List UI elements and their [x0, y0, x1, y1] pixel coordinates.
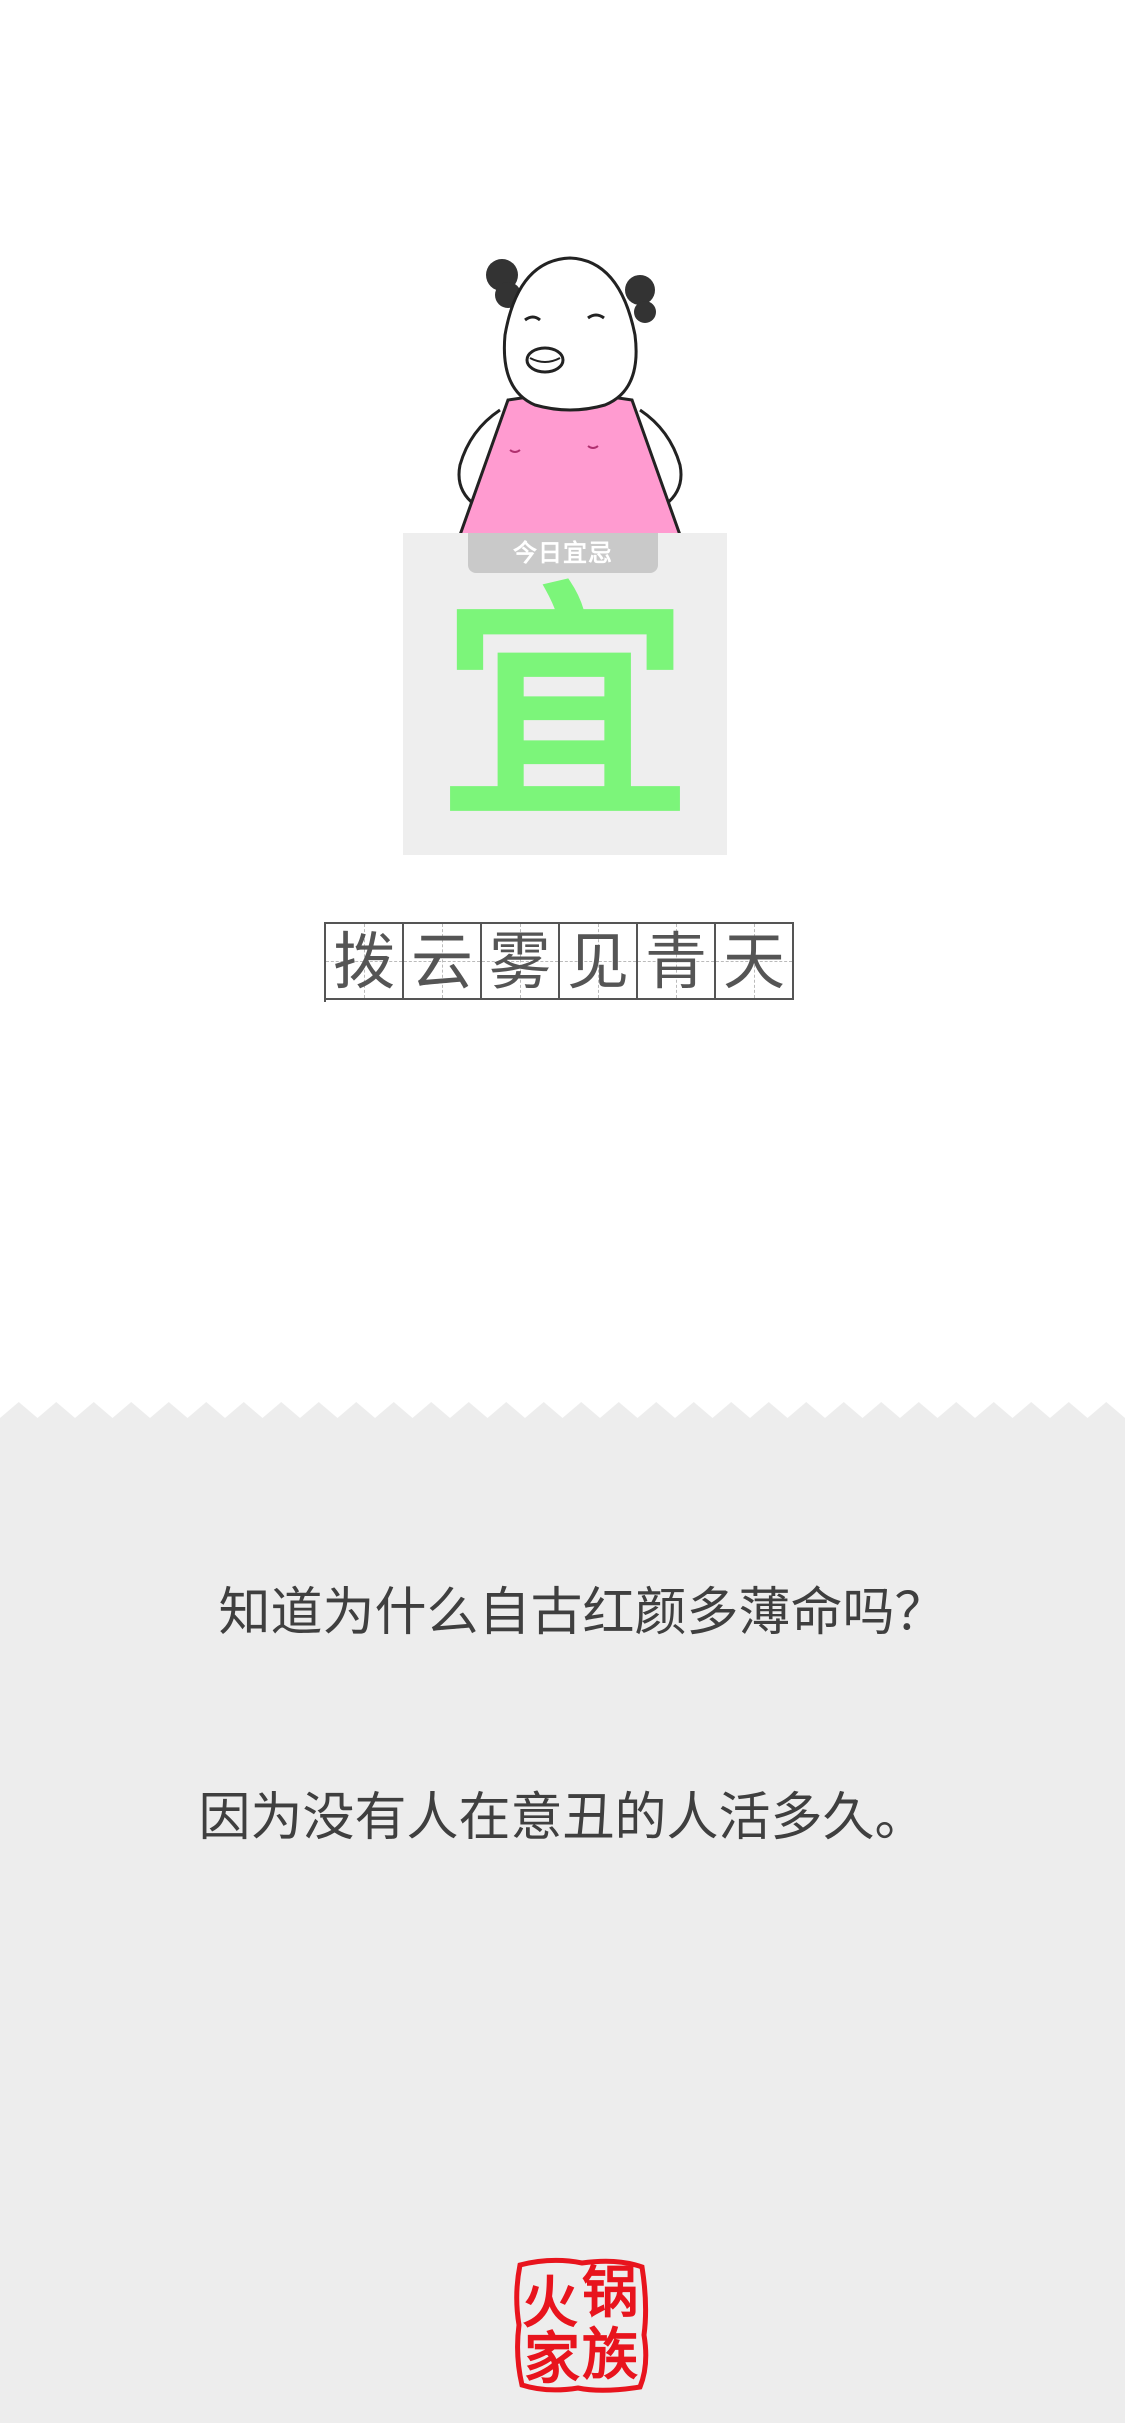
seal-char: 族: [582, 2322, 638, 2388]
phrase-cell: 拨: [326, 922, 404, 1000]
cartoon-character-illustration: [457, 256, 683, 535]
seal-char: 火: [522, 2270, 578, 2336]
phrase-cell: 雾: [482, 922, 560, 1000]
brand-seal-logo: 火 锅 家 族: [512, 2255, 650, 2395]
phrase-cell: 见: [560, 922, 638, 1000]
phrase-grid: 拨 云 雾 见 青 天: [324, 922, 794, 1002]
seal-char: 锅: [582, 2260, 638, 2326]
fortune-card: 今日宜忌 宜: [403, 533, 727, 855]
phrase-cell: 云: [404, 922, 482, 1000]
seal-char: 家: [524, 2326, 580, 2392]
joke-answer: 因为没有人在意丑的人活多久。: [198, 1789, 927, 1847]
phrase-cell: 天: [716, 922, 794, 1000]
zigzag-divider: [0, 1402, 1125, 1430]
fortune-glyph: 宜: [440, 562, 690, 853]
phrase-cell: 青: [638, 922, 716, 1000]
joke-question: 知道为什么自古红颜多薄命吗？: [218, 1584, 947, 1642]
